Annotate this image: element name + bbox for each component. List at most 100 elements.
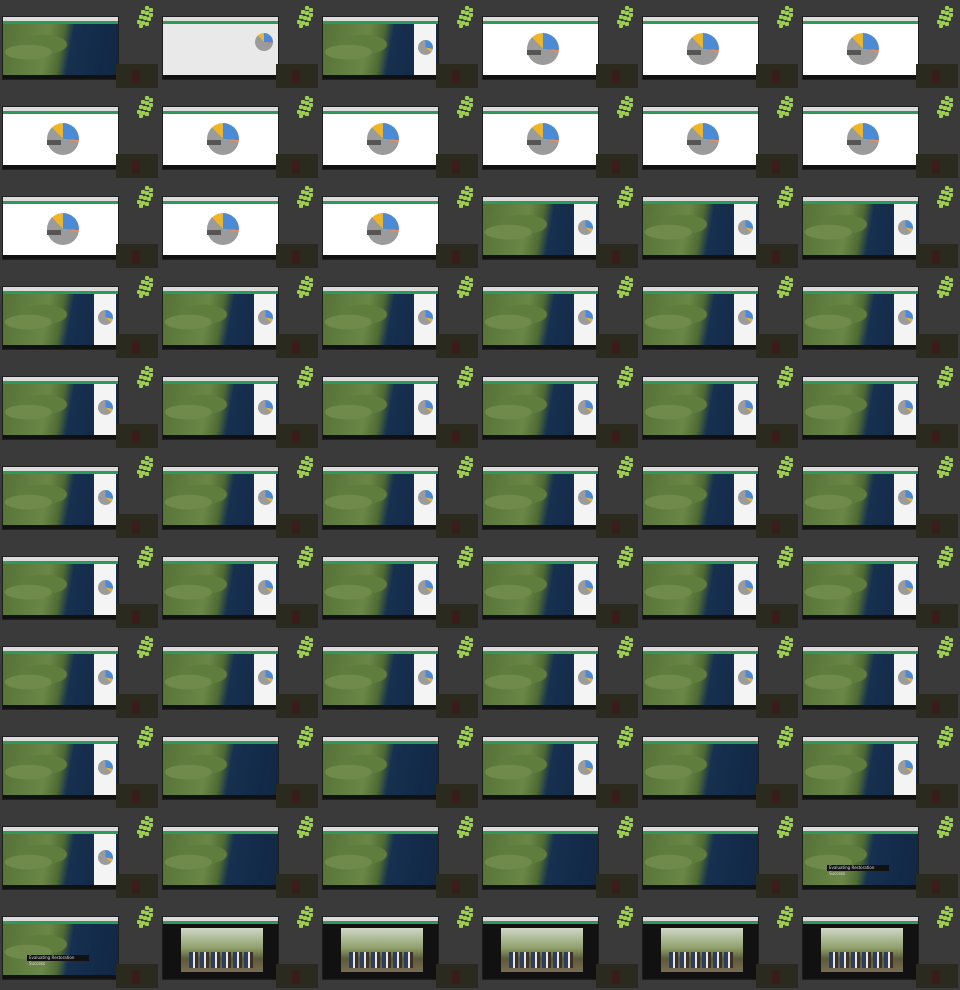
leaf-logo-icon <box>295 6 315 28</box>
thumbnail-frame[interactable] <box>480 0 640 90</box>
thumbnail-frame[interactable] <box>0 450 160 540</box>
taskbar <box>483 345 598 349</box>
screen-capture: Evaluating Restoration Success <box>802 826 919 890</box>
people-in-photo <box>669 952 735 968</box>
thumbnail-frame[interactable] <box>800 90 960 180</box>
chart-side-panel <box>414 474 436 525</box>
thumbnail-frame[interactable] <box>160 450 320 540</box>
pie-chart-thumbnail <box>418 40 433 55</box>
contact-sheet: Evaluating Restoration Success Evaluating… <box>0 0 960 990</box>
webcam-overlay <box>116 154 158 178</box>
thumbnail-frame[interactable] <box>800 540 960 630</box>
thumbnail-frame[interactable] <box>0 360 160 450</box>
satellite-map <box>483 834 598 885</box>
thumbnail-frame[interactable] <box>160 900 320 990</box>
thumbnail-frame[interactable] <box>320 90 480 180</box>
pie-chart <box>367 123 399 155</box>
thumbnail-frame[interactable] <box>480 90 640 180</box>
thumbnail-frame[interactable] <box>320 180 480 270</box>
chart-side-panel <box>414 384 436 435</box>
pie-chart <box>47 213 79 245</box>
thumbnail-frame[interactable] <box>800 630 960 720</box>
thumbnail-frame[interactable] <box>640 270 800 360</box>
taskbar <box>803 255 918 259</box>
pie-chart-thumbnail <box>98 760 113 775</box>
thumbnail-frame[interactable] <box>640 90 800 180</box>
thumbnail-frame[interactable] <box>0 810 160 900</box>
webcam-overlay <box>596 64 638 88</box>
thumbnail-frame[interactable] <box>160 810 320 900</box>
chart-side-panel <box>254 294 276 345</box>
taskbar <box>483 705 598 709</box>
thumbnail-frame[interactable] <box>320 360 480 450</box>
thumbnail-frame[interactable] <box>480 900 640 990</box>
thumbnail-frame[interactable] <box>640 630 800 720</box>
thumbnail-frame[interactable] <box>0 630 160 720</box>
screen-capture <box>162 376 279 440</box>
app-ribbon <box>3 111 118 114</box>
thumbnail-frame[interactable] <box>160 90 320 180</box>
thumbnail-frame[interactable] <box>160 0 320 90</box>
thumbnail-frame[interactable] <box>0 0 160 90</box>
thumbnail-frame[interactable] <box>640 720 800 810</box>
webcam-overlay <box>756 334 798 358</box>
thumbnail-frame[interactable] <box>160 540 320 630</box>
thumbnail-frame[interactable] <box>640 180 800 270</box>
thumbnail-frame[interactable] <box>0 270 160 360</box>
pie-chart-thumbnail <box>738 490 753 505</box>
thumbnail-frame[interactable] <box>800 360 960 450</box>
thumbnail-frame[interactable] <box>640 810 800 900</box>
thumbnail-frame[interactable] <box>480 810 640 900</box>
leaf-logo-icon <box>615 366 635 388</box>
pie-chart-thumbnail <box>418 400 433 415</box>
thumbnail-frame[interactable] <box>320 270 480 360</box>
thumbnail-frame[interactable] <box>480 270 640 360</box>
thumbnail-frame[interactable] <box>160 360 320 450</box>
thumbnail-frame[interactable] <box>320 450 480 540</box>
taskbar <box>803 345 918 349</box>
thumbnail-frame[interactable] <box>800 270 960 360</box>
thumbnail-frame[interactable] <box>320 810 480 900</box>
leaf-logo-icon <box>135 186 155 208</box>
thumbnail-frame[interactable] <box>480 630 640 720</box>
thumbnail-frame[interactable] <box>0 180 160 270</box>
thumbnail-frame[interactable] <box>320 540 480 630</box>
screen-capture <box>802 646 919 710</box>
thumbnail-frame[interactable]: Evaluating Restoration Success <box>0 900 160 990</box>
thumbnail-frame[interactable] <box>0 90 160 180</box>
thumbnail-frame[interactable] <box>0 540 160 630</box>
leaf-logo-icon <box>615 726 635 748</box>
thumbnail-frame[interactable] <box>320 630 480 720</box>
thumbnail-frame[interactable] <box>160 630 320 720</box>
thumbnail-frame[interactable] <box>480 540 640 630</box>
thumbnail-frame[interactable] <box>800 180 960 270</box>
pie-chart <box>255 33 273 51</box>
thumbnail-frame[interactable] <box>800 720 960 810</box>
thumbnail-frame[interactable] <box>800 450 960 540</box>
thumbnail-frame[interactable] <box>480 180 640 270</box>
chart-side-panel <box>94 384 116 435</box>
thumbnail-frame[interactable] <box>320 0 480 90</box>
thumbnail-frame[interactable]: Evaluating Restoration Success <box>800 810 960 900</box>
thumbnail-frame[interactable] <box>640 900 800 990</box>
thumbnail-frame[interactable] <box>800 900 960 990</box>
thumbnail-frame[interactable] <box>480 360 640 450</box>
thumbnail-frame[interactable] <box>480 450 640 540</box>
thumbnail-frame[interactable] <box>640 540 800 630</box>
screen-capture <box>2 106 119 170</box>
pie-tooltip <box>527 50 541 55</box>
thumbnail-frame[interactable] <box>0 720 160 810</box>
thumbnail-frame[interactable] <box>640 450 800 540</box>
thumbnail-frame[interactable] <box>160 180 320 270</box>
webcam-overlay <box>116 874 158 898</box>
thumbnail-frame[interactable] <box>320 720 480 810</box>
thumbnail-frame[interactable] <box>640 0 800 90</box>
thumbnail-frame[interactable] <box>320 900 480 990</box>
thumbnail-frame[interactable] <box>640 360 800 450</box>
people-in-photo <box>349 952 415 968</box>
people-in-photo <box>189 952 255 968</box>
thumbnail-frame[interactable] <box>160 720 320 810</box>
thumbnail-frame[interactable] <box>480 720 640 810</box>
thumbnail-frame[interactable] <box>800 0 960 90</box>
thumbnail-frame[interactable] <box>160 270 320 360</box>
